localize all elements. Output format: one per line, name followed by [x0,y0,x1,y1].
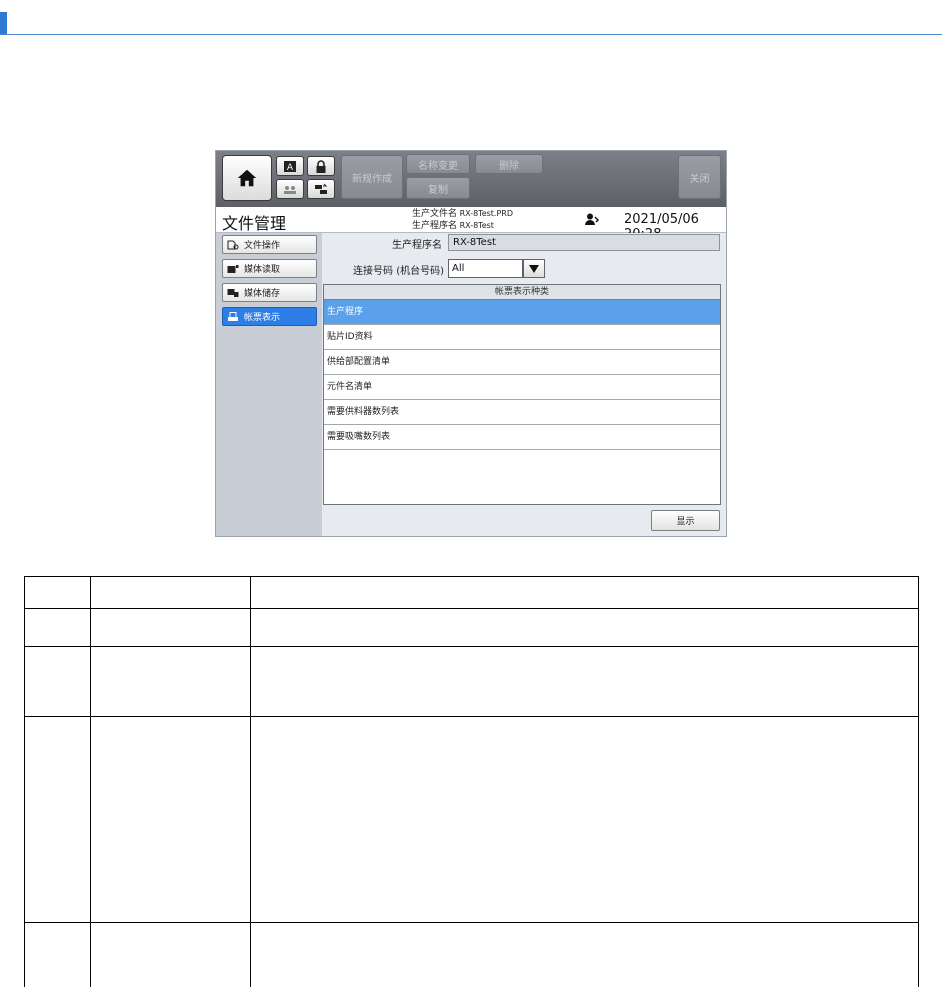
sidebar-item-label: 媒体储存 [244,289,281,299]
list-header: 帐票表示种类 [324,285,720,300]
close-button[interactable]: 关闭 [678,155,721,199]
transfer-icon [315,183,328,194]
triangle-down-icon [529,264,539,273]
page-title: 文件管理 [222,214,287,233]
file-info: 生产文件名 RX-8Test.PRD 生产程序名 RX-8Test [412,208,513,232]
delete-button[interactable]: 删除 [475,154,543,174]
sidebar-item-media-read[interactable]: 媒体读取 [222,259,317,278]
sidebar-item-label: 文件操作 [244,241,281,251]
file-name-value: RX-8Test.PRD [459,209,514,218]
table-row [24,922,919,987]
program-name-value: RX-8Test [459,221,494,230]
language-icon: A [284,160,296,173]
list-item[interactable]: 生产程序 [324,300,720,325]
sidebar-item-label: 媒体读取 [244,265,281,275]
new-button[interactable]: 新规作成 [341,155,403,199]
dropdown-button[interactable] [523,259,545,278]
table-row [24,608,919,647]
description-table [24,576,919,987]
lock-button[interactable] [307,156,335,176]
table-row [24,576,919,609]
operator-icon [284,185,296,194]
rename-button[interactable]: 名称变更 [406,154,470,174]
connection-number-label: 连接号码 (机台号码) [353,266,444,277]
header-rule [0,34,942,35]
home-button[interactable] [222,155,272,201]
svg-text:A: A [287,163,294,173]
toolbar: A 新规作成 名称变更 删除 复制 关闭 [216,151,726,207]
list-item[interactable]: 贴片ID资料 [324,325,720,350]
table-row [24,646,919,717]
program-name-label: 生产程序名 [392,240,442,251]
header-accent-bar [0,12,7,34]
report-type-list: 帐票表示种类 生产程序 贴片ID资料 供给部配置清单 元件名清单 需要供料器数列… [323,284,721,505]
language-button[interactable]: A [276,156,304,176]
report-icon [228,311,238,321]
show-button[interactable]: 显示 [651,510,720,531]
program-name-key: 生产程序名 [412,221,458,231]
program-name-field[interactable]: RX-8Test [448,234,720,251]
list-item[interactable]: 需要供料器数列表 [324,400,720,425]
main-panel: 生产程序名 RX-8Test 连接号码 (机台号码) All 帐票表示种类 生产… [322,233,726,536]
user-icon [585,213,599,225]
lock-icon [316,159,326,173]
media-read-icon [227,264,239,273]
sidebar-item-report[interactable]: 帐票表示 [222,307,317,326]
table-row [24,716,919,923]
title-bar: 文件管理 生产文件名 RX-8Test.PRD 生产程序名 RX-8Test 2… [216,207,726,242]
connection-number-select[interactable]: All [448,259,523,278]
list-item[interactable]: 需要吸嘴数列表 [324,425,720,450]
operator-button[interactable] [276,179,304,199]
app-window: A 新规作成 名称变更 删除 复制 关闭 文件管理 生产文件名 RX-8Test… [215,150,727,537]
sidebar-item-label: 帐票表示 [244,313,281,323]
media-save-icon [227,288,239,297]
file-name-key: 生产文件名 [412,209,458,219]
sidebar-item-media-save[interactable]: 媒体储存 [222,283,317,302]
list-item[interactable]: 元件名清单 [324,375,720,400]
file-operation-icon [227,240,239,249]
home-icon [237,169,257,187]
sidebar-item-file-operation[interactable]: 文件操作 [222,235,317,254]
list-item[interactable]: 供给部配置清单 [324,350,720,375]
copy-button[interactable]: 复制 [406,177,470,199]
sidebar: 文件操作 媒体读取 媒体储存 帐票表示 [216,233,322,536]
transfer-button[interactable] [307,179,335,199]
document-header [0,0,942,36]
